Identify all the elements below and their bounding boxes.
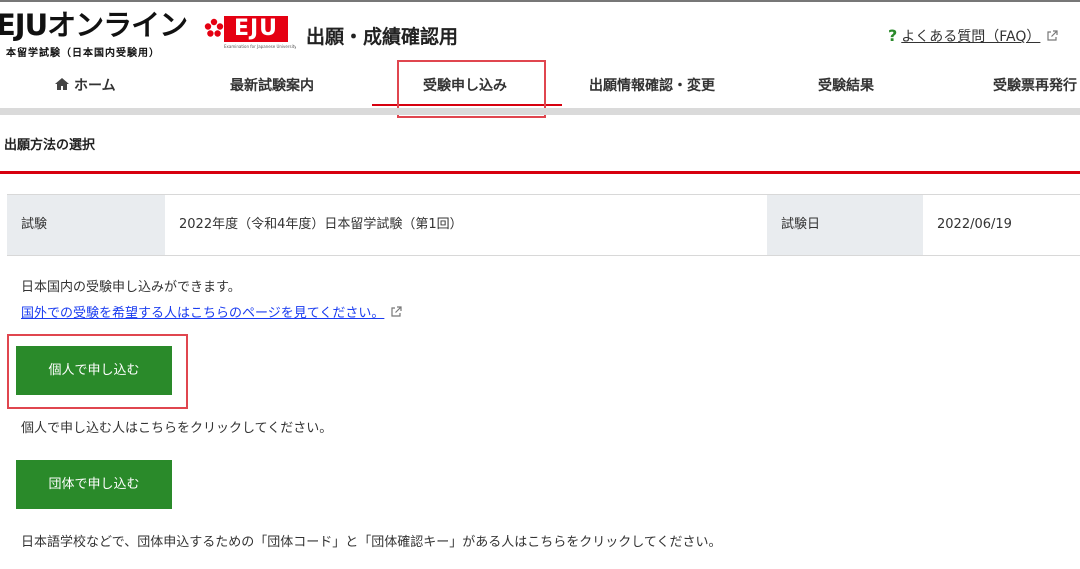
site-header: EJUオンライン 本留学試験（日本国内受験用） EJU Examination … bbox=[0, 0, 1080, 64]
page: EJUオンライン 本留学試験（日本国内受験用） EJU Examination … bbox=[0, 0, 1080, 569]
overseas-link-row: 国外での受験を希望する人はこちらのページを見てください。 bbox=[21, 302, 402, 321]
nav-item-application-info[interactable]: 出願情報確認・変更 bbox=[589, 74, 715, 98]
group-note: 日本語学校などで、団体申込するための「団体コード」と「団体確認キー」がある人はこ… bbox=[21, 535, 722, 550]
nav-divider bbox=[0, 108, 1080, 115]
logo-title: EJUオンライン bbox=[0, 8, 188, 42]
nav-item-reissue-ticket[interactable]: 受験票再発行 bbox=[993, 74, 1077, 98]
domestic-note: 日本国内の受験申し込みができます。 bbox=[21, 280, 241, 295]
question-mark-icon: ? bbox=[888, 26, 898, 45]
exam-date-value: 2022/06/19 bbox=[937, 217, 1012, 232]
home-icon bbox=[55, 78, 69, 90]
site-logo[interactable]: EJUオンライン 本留学試験（日本国内受験用） EJU Examination … bbox=[0, 8, 296, 62]
section-title: 出願方法の選択 bbox=[4, 138, 96, 153]
apply-group-button[interactable]: 団体で申し込む bbox=[16, 460, 172, 509]
apply-individual-button[interactable]: 個人で申し込む bbox=[16, 346, 172, 395]
faq-label: よくある質問（FAQ） bbox=[901, 29, 1041, 45]
exam-info-table: 試験 2022年度（令和4年度）日本留学試験（第1回） 試験日 2022/06/… bbox=[7, 194, 1080, 256]
external-link-icon bbox=[391, 306, 402, 317]
faq-link[interactable]: ? よくある質問（FAQ） bbox=[888, 26, 1059, 46]
exam-value: 2022年度（令和4年度）日本留学試験（第1回） bbox=[179, 217, 463, 232]
logo-subtitle: 本留学試験（日本国内受験用） bbox=[6, 48, 160, 59]
nav-item-label: ホーム bbox=[74, 78, 116, 94]
eju-badge-text: EJU bbox=[224, 16, 288, 42]
individual-note: 個人で申し込む人はこちらをクリックしてください。 bbox=[21, 421, 333, 436]
nav-item-results[interactable]: 受験結果 bbox=[818, 74, 874, 98]
nav-item-latest-exam[interactable]: 最新試験案内 bbox=[230, 74, 314, 98]
external-link-icon bbox=[1047, 30, 1059, 41]
eju-badge: EJU Examination for Japanese University … bbox=[204, 16, 296, 58]
overseas-exam-link[interactable]: 国外での受験を希望する人はこちらのページを見てください。 bbox=[21, 306, 384, 321]
section-divider bbox=[0, 171, 1080, 174]
exam-label: 試験 bbox=[7, 195, 165, 255]
eju-badge-caption: Examination for Japanese University Admi… bbox=[224, 44, 296, 49]
site-title: 出願・成績確認用 bbox=[306, 26, 459, 48]
nav-item-home[interactable]: ホーム bbox=[54, 74, 116, 98]
flower-icon bbox=[204, 18, 224, 37]
exam-date-label: 試験日 bbox=[767, 195, 923, 255]
